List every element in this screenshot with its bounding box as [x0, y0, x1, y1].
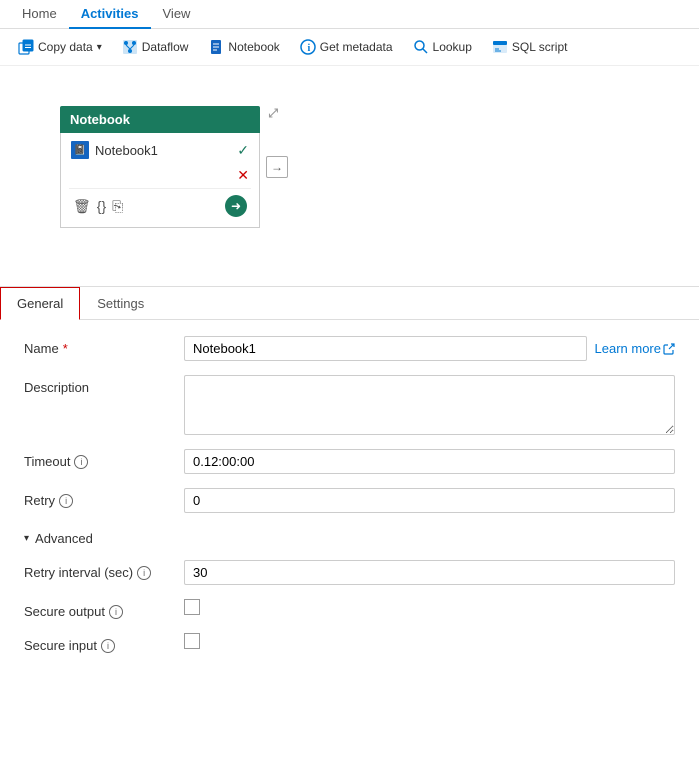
get-metadata-icon: i: [300, 39, 316, 55]
copy-data-button[interactable]: Copy data ▾: [10, 35, 110, 59]
name-input[interactable]: [184, 336, 587, 361]
form-row-retry-interval: Retry interval (sec) i: [24, 560, 675, 585]
form-area: Name * Learn more Description: [0, 320, 699, 683]
node-item-name: Notebook1: [95, 143, 158, 158]
retry-interval-input[interactable]: [184, 560, 675, 585]
secure-input-checkbox[interactable]: [184, 633, 200, 649]
node-header: Notebook ⤢: [60, 106, 260, 133]
lookup-icon: [413, 39, 429, 55]
form-row-timeout: Timeout i: [24, 449, 675, 474]
retry-input-wrap: [184, 488, 675, 513]
dataflow-icon: [122, 39, 138, 55]
node-item-x-row: ✕: [69, 163, 251, 188]
name-required-indicator: *: [63, 341, 68, 356]
bottom-panel: General Settings Name * Learn more: [0, 286, 699, 683]
tab-settings[interactable]: Settings: [80, 287, 161, 320]
timeout-input[interactable]: [184, 449, 675, 474]
timeout-label: Timeout i: [24, 449, 184, 469]
get-metadata-button[interactable]: i Get metadata: [292, 35, 401, 59]
retry-info-icon[interactable]: i: [59, 494, 73, 508]
timeout-info-icon[interactable]: i: [74, 455, 88, 469]
retry-interval-info-icon[interactable]: i: [137, 566, 151, 580]
node-delete-button[interactable]: 🗑: [73, 198, 91, 215]
advanced-section: ▾ Advanced Retry interval (sec) i Secure…: [24, 527, 675, 653]
node-item-left: Notebook1: [71, 141, 158, 159]
node-resize-handle[interactable]: ⤢: [268, 106, 278, 121]
canvas-area: Notebook ⤢ Notebook1 ✓ ✕ 🗑 {} ⎘ ➜ →: [0, 66, 699, 286]
nav-view[interactable]: View: [151, 0, 203, 29]
node-check-icon: ✓: [237, 142, 249, 159]
node-actions: 🗑 {} ⎘ ➜: [69, 188, 251, 223]
tab-bar: General Settings: [0, 287, 699, 320]
lookup-button[interactable]: Lookup: [405, 35, 480, 59]
advanced-chevron-icon: ▾: [24, 533, 29, 544]
secure-output-checkbox[interactable]: [184, 599, 200, 615]
description-label: Description: [24, 375, 184, 395]
nav-activities[interactable]: Activities: [69, 0, 151, 29]
sql-icon: [492, 39, 508, 55]
secure-input-label: Secure input i: [24, 633, 184, 653]
notebook-node: Notebook ⤢ Notebook1 ✓ ✕ 🗑 {} ⎘ ➜ →: [60, 106, 260, 228]
secure-input-info-icon[interactable]: i: [101, 639, 115, 653]
form-row-retry: Retry i: [24, 488, 675, 513]
top-navigation: Home Activities View: [0, 0, 699, 29]
node-copy-button[interactable]: ⎘: [112, 198, 123, 215]
retry-label: Retry i: [24, 488, 184, 508]
secure-output-input-wrap: [184, 599, 675, 615]
form-row-secure-output: Secure output i: [24, 599, 675, 619]
retry-interval-label: Retry interval (sec) i: [24, 560, 184, 580]
advanced-toggle[interactable]: ▾ Advanced: [24, 527, 675, 550]
name-label: Name *: [24, 336, 184, 356]
tab-general[interactable]: General: [0, 287, 80, 320]
form-row-secure-input: Secure input i: [24, 633, 675, 653]
node-title: Notebook: [70, 112, 130, 127]
form-row-description: Description: [24, 375, 675, 435]
node-arrow-button[interactable]: ➜: [225, 195, 247, 217]
node-body: Notebook1 ✓ ✕ 🗑 {} ⎘ ➜: [60, 133, 260, 228]
retry-input[interactable]: [184, 488, 675, 513]
secure-output-label: Secure output i: [24, 599, 184, 619]
node-item-icon: [71, 141, 89, 159]
description-input-wrap: [184, 375, 675, 435]
external-link-icon: [663, 343, 675, 355]
notebook-toolbar-button[interactable]: Notebook: [200, 35, 287, 59]
sql-script-button[interactable]: SQL script: [484, 35, 576, 59]
node-code-button[interactable]: {}: [97, 198, 106, 214]
node-x-icon: ✕: [237, 167, 249, 184]
secure-input-input-wrap: [184, 633, 675, 649]
timeout-input-wrap: [184, 449, 675, 474]
node-arrow-outline-button[interactable]: →: [266, 156, 288, 178]
toolbar: Copy data ▾ Dataflow Notebook i Get meta…: [0, 29, 699, 66]
copy-icon: [18, 39, 34, 55]
notebook-toolbar-icon: [208, 39, 224, 55]
nav-home[interactable]: Home: [10, 0, 69, 29]
description-textarea[interactable]: [184, 375, 675, 435]
dataflow-button[interactable]: Dataflow: [114, 35, 197, 59]
retry-interval-input-wrap: [184, 560, 675, 585]
form-row-name: Name * Learn more: [24, 336, 675, 361]
svg-text:i: i: [307, 43, 310, 54]
name-input-wrap: Learn more: [184, 336, 675, 361]
secure-output-info-icon[interactable]: i: [109, 605, 123, 619]
node-item: Notebook1 ✓: [69, 137, 251, 163]
copy-data-dropdown-arrow: ▾: [97, 42, 102, 53]
learn-more-link[interactable]: Learn more: [595, 341, 675, 356]
